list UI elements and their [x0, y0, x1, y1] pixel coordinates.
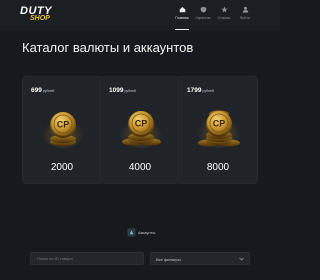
- logo[interactable]: DUTY SHOP: [20, 6, 60, 26]
- price-currency: рублей: [124, 89, 136, 93]
- currency-card-4000[interactable]: 1099рублей CP 4000: [100, 76, 180, 184]
- cp-coins-icon: CP: [197, 110, 241, 148]
- card-amount: 8000: [206, 162, 230, 173]
- accounts-section-header: Аккаунты: [127, 228, 167, 238]
- chevron-down-icon: [239, 257, 244, 261]
- card-price: 1099рублей: [109, 87, 136, 95]
- cp-coins-icon: CP: [119, 111, 163, 148]
- star-icon: [220, 6, 228, 13]
- svg-text:CP: CP: [57, 120, 70, 130]
- page-title: Каталог валюты и аккаунтов: [22, 40, 194, 55]
- card-price: 699рублей: [31, 87, 54, 95]
- card-price: 1799рублей: [187, 87, 214, 95]
- user-icon: [242, 6, 248, 13]
- top-bar: DUTY SHOP Главная Гарантии Отзывы Войти: [0, 0, 280, 30]
- nav-item-label: Войти: [240, 16, 250, 20]
- price-currency: рублей: [202, 89, 214, 93]
- search-input[interactable]: [30, 252, 144, 265]
- price-value: 1799: [187, 87, 202, 94]
- card-amount: 4000: [128, 162, 152, 173]
- filter-label: Все фильтры: [156, 256, 181, 262]
- accounts-icon: [127, 228, 136, 237]
- currency-card-2000[interactable]: 699рублей CP 2000: [22, 76, 102, 184]
- nav-item-login[interactable]: Войти: [230, 5, 260, 27]
- price-currency: рублей: [42, 89, 55, 93]
- price-value: 1099: [109, 87, 124, 94]
- logo-subtitle: SHOP: [30, 15, 50, 22]
- price-value: 699: [31, 87, 42, 94]
- home-icon: [179, 7, 185, 13]
- currency-card-8000[interactable]: 1799рублей CP 8000: [178, 76, 258, 184]
- shield-icon: [200, 6, 206, 13]
- filter-dropdown[interactable]: Все фильтры: [150, 252, 250, 265]
- accounts-label: Аккаунты: [138, 230, 156, 235]
- svg-text:CP: CP: [135, 119, 148, 129]
- card-amount: 2000: [50, 162, 74, 173]
- svg-text:CP: CP: [213, 119, 226, 129]
- cp-coins-icon: CP: [41, 112, 85, 148]
